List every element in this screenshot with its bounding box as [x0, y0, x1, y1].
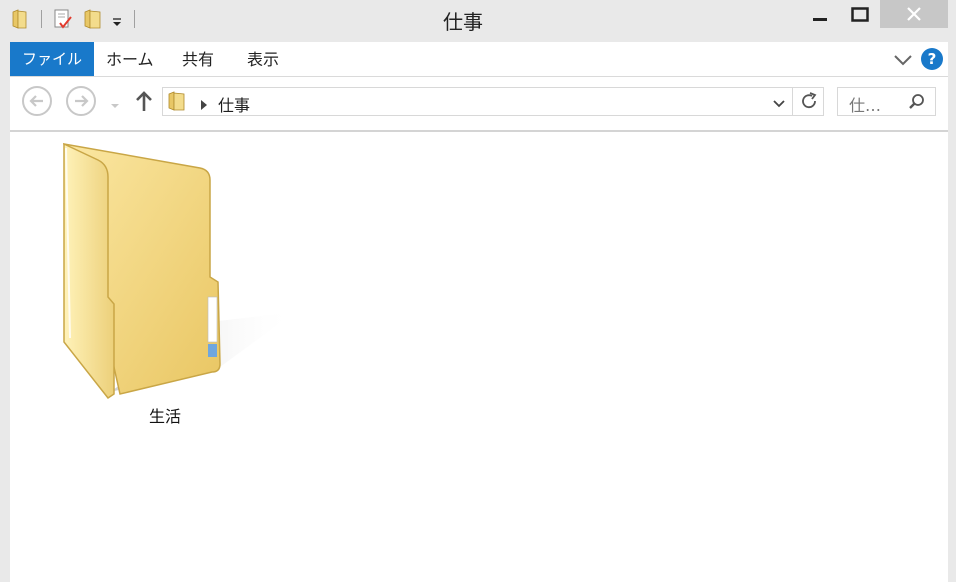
search-placeholder: 仕…: [849, 96, 882, 115]
file-list: 生活: [10, 132, 948, 582]
breadcrumb-segment[interactable]: 仕事: [218, 92, 250, 116]
expand-ribbon-icon[interactable]: [893, 52, 913, 71]
tab-share[interactable]: 共有: [182, 42, 214, 76]
forward-button[interactable]: [66, 86, 96, 116]
back-button[interactable]: [22, 86, 52, 116]
search-icon[interactable]: [908, 93, 926, 115]
address-dropdown[interactable]: [772, 95, 786, 114]
up-arrow-icon: [136, 91, 152, 111]
navigation-bar: 仕事 仕…: [10, 77, 948, 132]
tab-view[interactable]: 表示: [247, 42, 279, 76]
help-button[interactable]: ?: [921, 48, 943, 70]
up-button[interactable]: [134, 89, 154, 117]
close-icon: [907, 7, 921, 21]
list-item-label: 生活: [149, 407, 182, 426]
ribbon: ファイル ホーム 共有 表示 ?: [10, 42, 948, 77]
window-title: 仕事: [443, 10, 483, 34]
address-bar[interactable]: 仕事: [162, 87, 824, 116]
tab-file[interactable]: ファイル: [10, 42, 94, 76]
search-box[interactable]: 仕…: [837, 87, 936, 116]
breadcrumb-separator-icon[interactable]: [200, 96, 208, 115]
folder-icon: [166, 90, 188, 116]
chevron-down-icon: [111, 104, 119, 108]
recent-locations-dropdown[interactable]: [109, 96, 121, 115]
folder-icon: [63, 142, 295, 400]
refresh-icon: [802, 92, 817, 109]
title-bar: 仕事: [0, 0, 956, 41]
maximize-button[interactable]: [837, 0, 883, 30]
chevron-down-icon: [773, 100, 785, 108]
refresh-button[interactable]: [792, 87, 825, 116]
tab-home[interactable]: ホーム: [106, 42, 154, 76]
forward-arrow-icon: [75, 95, 89, 107]
list-item[interactable]: 生活: [50, 132, 310, 432]
back-arrow-icon: [29, 95, 43, 107]
close-button[interactable]: [880, 0, 948, 28]
